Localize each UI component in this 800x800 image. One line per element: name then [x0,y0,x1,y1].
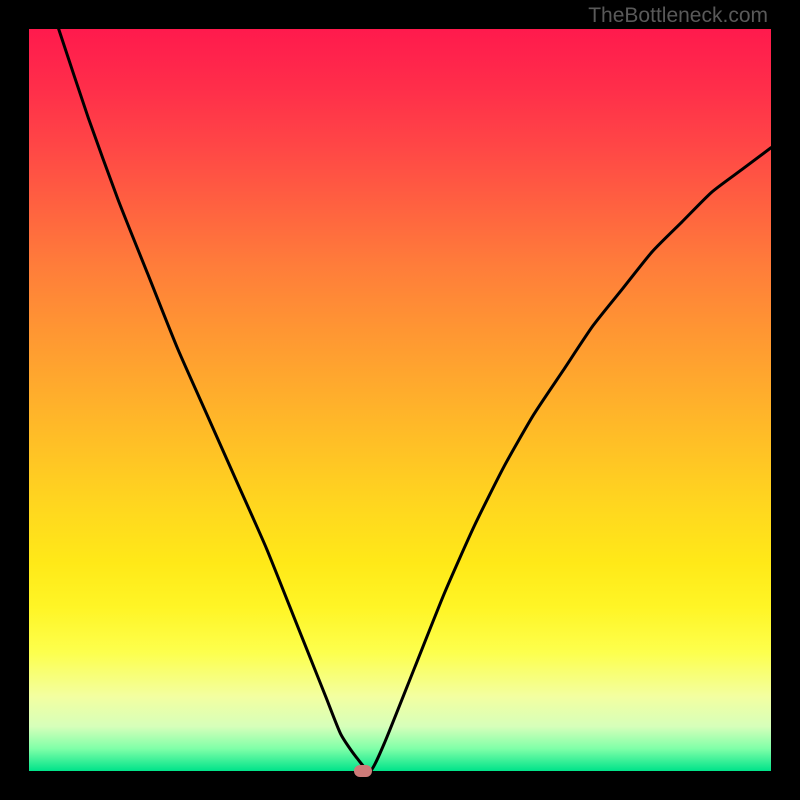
plot-area [29,29,771,771]
optimal-point-marker [354,765,372,777]
bottleneck-curve [29,29,771,771]
chart-frame: TheBottleneck.com [0,0,800,800]
watermark-text: TheBottleneck.com [588,4,768,28]
